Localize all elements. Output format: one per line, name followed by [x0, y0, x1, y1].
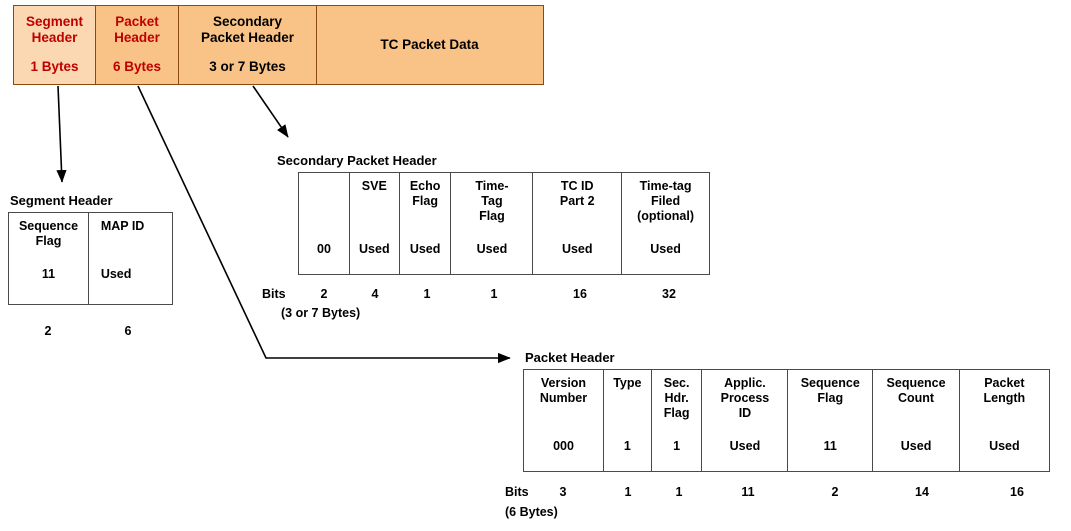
table-cell-name: Sequence Flag — [800, 376, 860, 405]
segment-header-bits-1: 6 — [124, 324, 132, 338]
secondary-packet-header-bytes-label: (3 or 7 Bytes) — [281, 306, 361, 320]
table-cell-name: Type — [613, 376, 642, 390]
table-cell-value: 11 — [41, 267, 56, 281]
table-cell-name: Echo Flag — [409, 179, 441, 208]
table-cell-value: Used — [900, 439, 932, 453]
table-cell-value: 1 — [673, 439, 681, 453]
table-cell-time-tag-flag: Time- Tag Flag Used — [450, 172, 534, 275]
segment-header-caption: Segment Header — [10, 193, 113, 208]
packet-header-caption: Packet Header — [525, 350, 615, 365]
secondary-packet-header-bits-4: 16 — [573, 287, 587, 301]
connector-segment-header — [56, 85, 67, 183]
table-cell-version-number: Version Number 000 — [523, 369, 604, 472]
secondary-packet-header-bits-label: Bits — [262, 287, 286, 301]
table-cell-time-tag-field: Time-tag Filed (optional) Used — [621, 172, 711, 275]
table-cell-value: Used — [100, 267, 132, 281]
table-cell-value: 000 — [553, 439, 574, 453]
table-cell-sequence-flag: Sequence Flag 11 — [8, 212, 89, 305]
table-cell-sec-hdr-flag: Sec. Hdr. Flag 1 — [650, 369, 703, 472]
table-cell-name: TC ID Part 2 — [559, 179, 595, 208]
table-cell-value: 1 — [623, 439, 631, 453]
packet-header-bits-1: 1 — [624, 485, 632, 499]
table-cell-name: MAP ID — [100, 219, 145, 233]
table-cell-name: Time-tag Filed (optional) — [637, 179, 695, 223]
table-cell-value: Used — [561, 242, 593, 256]
secondary-packet-header-bits-3: 1 — [490, 287, 498, 301]
table-cell-spare: 00 — [298, 172, 350, 275]
packet-header-bits-5: 14 — [915, 485, 929, 499]
table-cell-value: Used — [359, 242, 390, 256]
connector-secondary-packet-header — [252, 85, 289, 138]
table-cell-value: Used — [476, 242, 508, 256]
table-cell-name: Sec. Hdr. Flag — [663, 376, 690, 420]
table-cell-packet-length: Packet Length Used — [958, 369, 1050, 472]
segment-header-bits-0: 2 — [44, 324, 52, 338]
table-cell-sve: SVE Used — [348, 172, 400, 275]
table-cell-value: Used — [989, 439, 1020, 453]
packet-header-table: Version Number 000 Type 1 Sec. Hdr. Flag… — [523, 369, 1050, 472]
packet-header-bits-0: 3 — [559, 485, 567, 499]
packet-header-bits-6: 16 — [1010, 485, 1024, 499]
table-cell-map-id: MAP ID Used — [87, 212, 173, 305]
table-cell-name: Sequence Flag — [18, 219, 79, 248]
table-cell-applic-process-id: Applic. Process ID Used — [701, 369, 789, 472]
diagram-canvas: Segment Header 1 Bytes Packet Header 6 B… — [0, 0, 1071, 531]
secondary-packet-header-bits-0: 2 — [320, 287, 328, 301]
table-cell-value: Used — [729, 439, 761, 453]
secondary-packet-header-bits-2: 1 — [423, 287, 431, 301]
table-cell-value: 11 — [823, 439, 837, 453]
table-cell-value: 00 — [317, 242, 331, 256]
packet-header-bits-4: 2 — [831, 485, 839, 499]
table-cell-type: Type 1 — [602, 369, 652, 472]
table-cell-name: Version Number — [539, 376, 588, 405]
secondary-packet-header-bits-1: 4 — [371, 287, 379, 301]
packet-header-bits-2: 1 — [675, 485, 683, 499]
segment-header-table: Sequence Flag 11 MAP ID Used — [8, 212, 173, 305]
table-cell-name: Applic. Process ID — [720, 376, 770, 420]
table-cell-value: Used — [409, 242, 441, 256]
table-cell-tc-id-part2: TC ID Part 2 Used — [532, 172, 623, 275]
packet-header-bits-3: 11 — [741, 485, 755, 499]
table-cell-name: SVE — [361, 179, 387, 193]
table-cell-sequence-count: Sequence Count Used — [872, 369, 961, 472]
secondary-packet-header-bits-5: 32 — [662, 287, 676, 301]
packet-header-bits-label: Bits — [505, 485, 529, 499]
secondary-packet-header-table: 00 SVE Used Echo Flag Used Time- Tag Fla… — [298, 172, 711, 275]
packet-header-bytes-label: (6 Bytes) — [505, 505, 558, 519]
table-cell-value: Used — [650, 242, 681, 256]
table-cell-sequence-flag: Sequence Flag 11 — [787, 369, 874, 472]
table-cell-echo-flag: Echo Flag Used — [398, 172, 452, 275]
table-cell-name: Packet Length — [983, 376, 1026, 405]
table-cell-name: Time- Tag Flag — [475, 179, 509, 223]
table-cell-name: Sequence Count — [886, 376, 946, 405]
secondary-packet-header-caption: Secondary Packet Header — [277, 153, 437, 168]
